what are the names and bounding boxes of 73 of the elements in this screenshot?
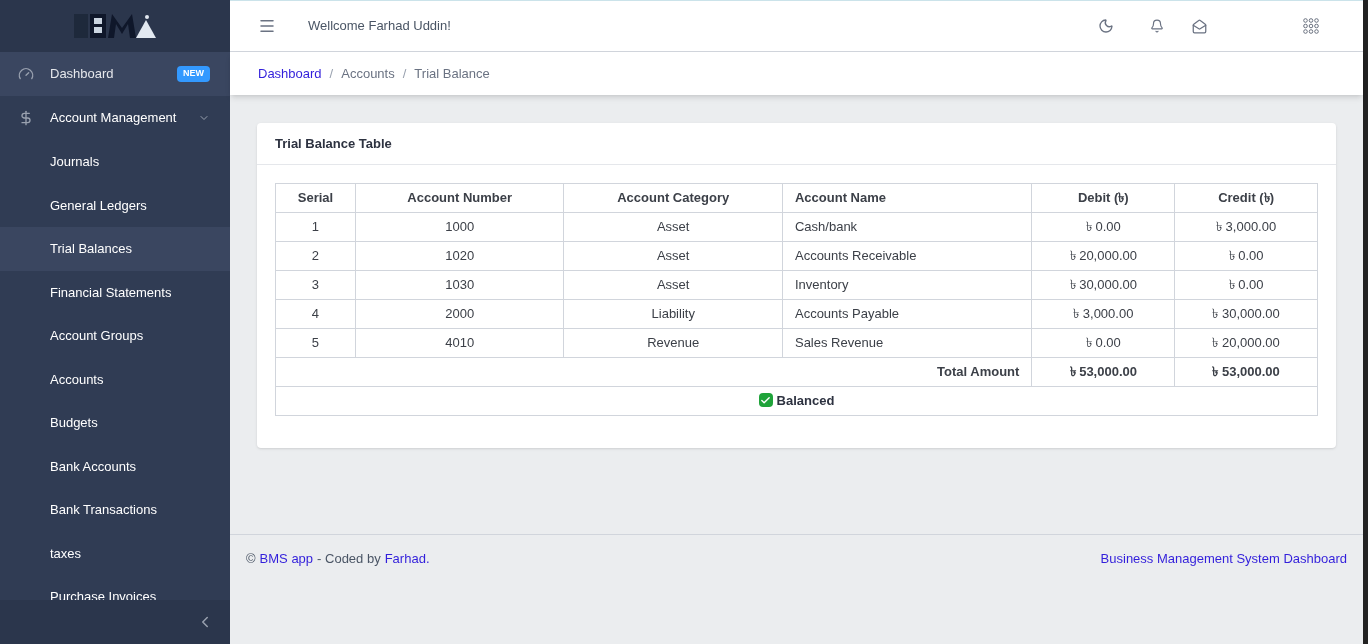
- author-link[interactable]: Farhad: [384, 548, 426, 569]
- table-cell: 1: [275, 212, 356, 242]
- sidebar-item[interactable]: Trial Balances: [0, 227, 230, 271]
- table-cell: 4010: [355, 328, 564, 358]
- column-header: Account Number: [355, 183, 564, 213]
- table-cell: Accounts Payable: [782, 299, 1032, 329]
- table-cell: ৳ 0.00: [1174, 270, 1318, 300]
- balanced-status: Balanced: [776, 391, 835, 410]
- table-cell: 5: [275, 328, 356, 358]
- table-cell: Asset: [563, 241, 783, 271]
- total-label: Total Amount: [275, 357, 1032, 387]
- sidebar-item[interactable]: taxes: [0, 531, 230, 575]
- table-cell: ৳ 30,000.00: [1174, 299, 1318, 329]
- coded-by-text: - Coded by: [317, 549, 381, 568]
- breadcrumb-link[interactable]: Dashboard: [258, 63, 322, 84]
- sidebar-item[interactable]: Budgets: [0, 401, 230, 445]
- breadcrumb-separator: /: [402, 64, 407, 83]
- card-title: Trial Balance Table: [275, 134, 392, 153]
- breadcrumb-separator: /: [329, 64, 334, 83]
- column-header: Account Category: [563, 183, 783, 213]
- table-cell: ৳ 3,000.00: [1031, 299, 1175, 329]
- sidebar-item[interactable]: Account Management: [0, 96, 230, 140]
- sidebar-item[interactable]: Account Groups: [0, 314, 230, 358]
- sidebar-item[interactable]: Dashboard NEW: [0, 52, 230, 96]
- table-cell: Asset: [563, 270, 783, 300]
- sidebar-item[interactable]: Journals: [0, 140, 230, 184]
- moon-icon[interactable]: [1098, 18, 1114, 34]
- table-cell: ৳ 30,000.00: [1031, 270, 1175, 300]
- sidebar-item[interactable]: Bank Accounts: [0, 444, 230, 488]
- table-cell: 3: [275, 270, 356, 300]
- total-debit: ৳ 53,000.00: [1031, 357, 1175, 387]
- sidebar-item[interactable]: Bank Transactions: [0, 488, 230, 532]
- table-cell: ৳ 0.00: [1174, 241, 1318, 271]
- table-cell: Asset: [563, 212, 783, 242]
- gauge-icon: [18, 66, 34, 82]
- table-cell: 1030: [355, 270, 564, 300]
- table-cell: ৳ 3,000.00: [1174, 212, 1318, 242]
- table-cell: 1020: [355, 241, 564, 271]
- copyright-text: ©: [246, 549, 256, 568]
- welcome-text: Wellcome Farhad Uddin!: [308, 17, 451, 36]
- table-cell: 1000: [355, 212, 564, 242]
- table-cell: 2000: [355, 299, 564, 329]
- sidebar-item[interactable]: General Ledgers: [0, 183, 230, 227]
- dollar-icon: [18, 110, 34, 126]
- apps-icon[interactable]: [1303, 18, 1319, 34]
- table-cell: 2: [275, 241, 356, 271]
- app-link[interactable]: BMS app: [259, 548, 314, 569]
- table-cell: Cash/bank: [782, 212, 1032, 242]
- table-cell: 4: [275, 299, 356, 329]
- table-cell: Revenue: [563, 328, 783, 358]
- table-cell: Sales Revenue: [782, 328, 1032, 358]
- bell-icon[interactable]: [1150, 19, 1164, 33]
- mail-icon[interactable]: [1192, 18, 1207, 34]
- column-header: Debit (৳): [1031, 183, 1175, 213]
- table-cell: ৳ 0.00: [1031, 328, 1175, 358]
- sidebar-item[interactable]: Accounts: [0, 357, 230, 401]
- dashboard-link[interactable]: Business Management System Dashboard: [1100, 548, 1347, 569]
- column-header: Credit (৳): [1174, 183, 1318, 213]
- breadcrumb-item: Trial Balance: [414, 64, 490, 83]
- table-cell: ৳ 20,000.00: [1174, 328, 1318, 358]
- table-cell: ৳ 20,000.00: [1031, 241, 1175, 271]
- column-header: Serial: [275, 183, 356, 213]
- column-header: Account Name: [782, 183, 1032, 213]
- table-cell: ৳ 0.00: [1031, 212, 1175, 242]
- period-text: .: [425, 549, 430, 568]
- new-badge: NEW: [177, 66, 210, 82]
- sidebar-item[interactable]: Financial Statements: [0, 270, 230, 314]
- total-credit: ৳ 53,000.00: [1174, 357, 1318, 387]
- breadcrumb-item: Accounts: [341, 64, 395, 83]
- table-cell: Liability: [563, 299, 783, 329]
- table-cell: Accounts Receivable: [782, 241, 1032, 271]
- menu-icon[interactable]: [258, 17, 276, 35]
- table-cell: Inventory: [782, 270, 1032, 300]
